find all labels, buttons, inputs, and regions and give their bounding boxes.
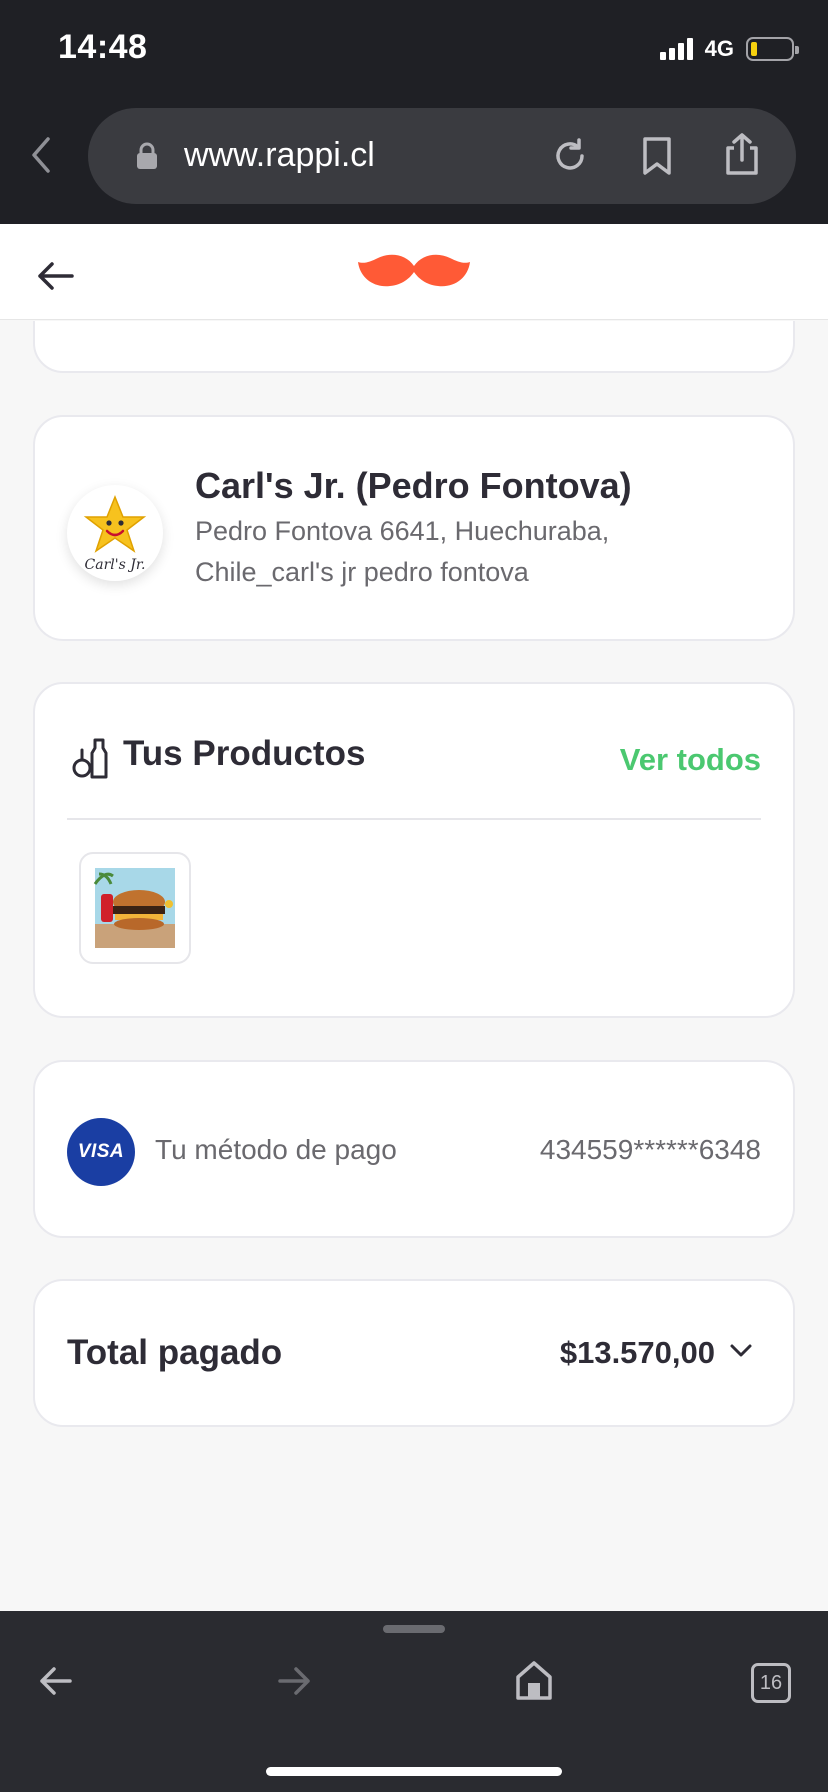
store-name: Carl's Jr. (Pedro Fontova): [195, 465, 632, 506]
card-number: 434559******6348: [539, 1134, 761, 1165]
address-bar[interactable]: www.rappi.cl: [88, 108, 796, 204]
lock-icon: [137, 142, 157, 169]
bookmark-icon[interactable]: [640, 136, 674, 176]
carls-jr-star-icon: Carl's Jr.: [83, 494, 147, 573]
grab-handle[interactable]: [383, 1625, 445, 1633]
payment-method-label: Tu método de pago: [155, 1134, 397, 1165]
back-icon[interactable]: [38, 1663, 74, 1699]
reload-icon[interactable]: [550, 136, 590, 176]
signal-icon: [659, 38, 693, 60]
home-indicator[interactable]: [266, 1767, 562, 1776]
total-card[interactable]: Total pagado $13.570,00: [33, 1279, 795, 1427]
back-arrow-icon[interactable]: [36, 260, 76, 292]
network-label: 4G: [704, 36, 734, 61]
store-card[interactable]: Carl's Jr. Carl's Jr. (Pedro Fontova) Pe…: [33, 415, 795, 641]
tabs-count-icon[interactable]: 16: [751, 1663, 791, 1703]
products-card: Tus Productos Ver todos: [33, 682, 795, 1018]
products-bottle-icon: [72, 738, 108, 779]
partial-card: [33, 321, 795, 373]
battery-level: [751, 42, 757, 56]
status-time: 14:48: [58, 28, 148, 66]
forward-icon[interactable]: [276, 1663, 312, 1699]
browser-bottom-toolbar: 16: [0, 1611, 828, 1792]
browser-back-icon[interactable]: [28, 135, 58, 175]
product-thumbnail[interactable]: [79, 852, 191, 964]
browser-top-bar: 14:48 4G www.rappi.cl: [0, 0, 828, 224]
carls-jr-logo-text: Carl's Jr.: [85, 557, 146, 573]
payment-card: VISA Tu método de pago 434559******6348: [33, 1060, 795, 1238]
url-text[interactable]: www.rappi.cl: [184, 136, 375, 175]
total-label: Total pagado: [67, 1333, 283, 1372]
store-address: Pedro Fontova 6641, Huechuraba, Chile_ca…: [195, 516, 610, 587]
share-icon[interactable]: [724, 132, 760, 176]
clipped-text-icon: [95, 321, 345, 341]
see-all-link[interactable]: Ver todos: [620, 742, 761, 778]
status-indicators: 4G: [659, 34, 799, 64]
battery-icon: [746, 37, 799, 61]
visa-logo: VISA: [67, 1118, 135, 1186]
burger-image-icon: [93, 868, 175, 948]
app-header: [0, 224, 828, 320]
order-detail-content[interactable]: Carl's Jr. Carl's Jr. (Pedro Fontova) Pe…: [0, 321, 828, 1610]
partial-card-text: [95, 321, 345, 341]
divider: [67, 818, 761, 820]
total-amount: $13.570,00: [559, 1335, 715, 1370]
rappi-logo-icon[interactable]: [356, 252, 472, 292]
chevron-down-icon[interactable]: [729, 1343, 753, 1359]
products-title: Tus Productos: [123, 734, 366, 773]
home-icon[interactable]: [514, 1659, 554, 1701]
store-logo: Carl's Jr.: [67, 485, 163, 581]
